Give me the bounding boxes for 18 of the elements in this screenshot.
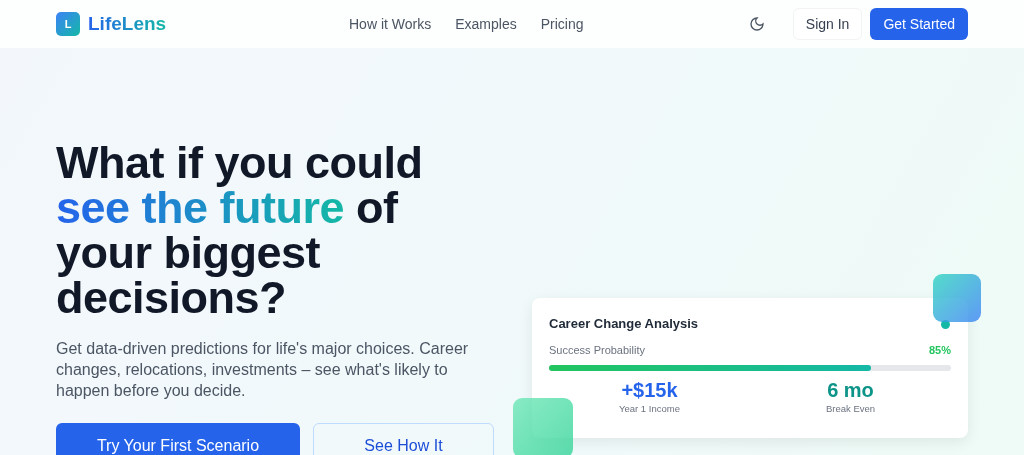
secondary-cta-button[interactable]: See How It — [313, 423, 494, 455]
hero-headline: What if you could see the future of your biggest decisions? — [56, 140, 424, 320]
sign-in-button[interactable]: Sign In — [792, 8, 863, 40]
stat-label: Break Even — [825, 403, 876, 414]
nav-link[interactable]: Pricing — [540, 16, 584, 32]
metric-label: Success Probability — [549, 344, 645, 356]
nav-link[interactable]: Examples — [455, 16, 517, 32]
decorative-square — [933, 274, 981, 322]
nav-link[interactable]: How it Works — [349, 16, 432, 32]
stat-value: 6 mo — [827, 379, 874, 402]
decorative-square — [513, 398, 573, 455]
metric-value: 85% — [928, 344, 951, 356]
hero-subtitle: Get data-driven predictions for life's major choices. Career changes, relocations, investments – see what's likely to happen before you decide. — [56, 339, 470, 401]
stat-value: +$15k — [621, 379, 678, 402]
card-title: Career Change Analysis — [549, 316, 699, 331]
get-started-button[interactable]: Get Started — [870, 8, 968, 40]
stat-label: Year 1 Income — [619, 403, 680, 414]
primary-cta-button[interactable]: Try Your First Scenario — [56, 423, 300, 455]
